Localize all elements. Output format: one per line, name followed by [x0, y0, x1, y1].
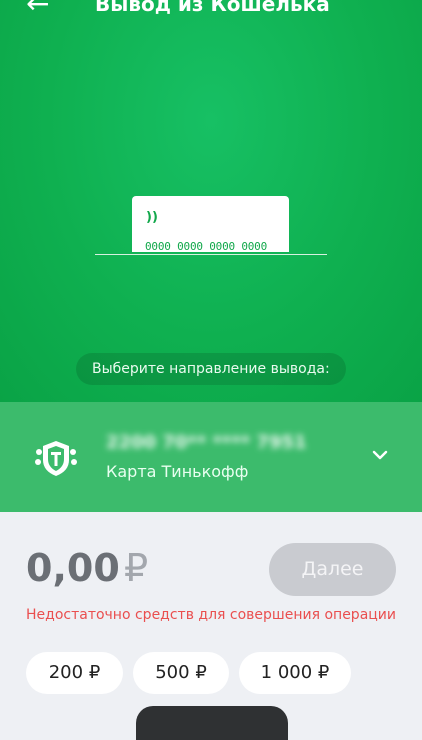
next-button[interactable]: Далее — [269, 543, 396, 596]
masked-card-number: 2200 70** **** 7951 — [106, 432, 307, 453]
card-graphic: )) 0000 0000 0000 0000 — [132, 196, 289, 252]
direction-prompt: Выберите направление вывода: — [76, 353, 346, 385]
app-header: ← Вывод из Кошелька — [0, 0, 422, 26]
card-illustration: )) 0000 0000 0000 0000 — [95, 196, 327, 256]
card-number-placeholder: 0000 0000 0000 0000 — [145, 240, 268, 252]
amount-input[interactable]: 0,00 — [26, 546, 120, 590]
bottom-action-button[interactable] — [136, 706, 288, 740]
withdraw-method-selector[interactable]: 2200 70** **** 7951 Карта Тинькофф — [0, 402, 422, 512]
quick-amount-200[interactable]: 200 ₽ — [26, 652, 123, 694]
quick-amount-1000[interactable]: 1 000 ₽ — [239, 652, 351, 694]
page-title: Вывод из Кошелька — [95, 0, 330, 16]
card-slot-line — [95, 254, 327, 255]
currency-symbol: ₽ — [124, 546, 149, 590]
arrow-left-icon: ← — [26, 0, 50, 20]
tinkoff-logo-icon — [35, 441, 77, 476]
hero-section: ← Вывод из Кошелька )) 0000 0000 0000 00… — [0, 0, 422, 402]
quick-amount-500[interactable]: 500 ₽ — [133, 652, 229, 694]
back-button[interactable]: ← — [26, 0, 62, 22]
contactless-icon: )) — [146, 210, 158, 225]
chevron-down-icon[interactable] — [371, 446, 389, 464]
error-message: Недостаточно средств для совершения опер… — [26, 607, 396, 623]
card-name: Карта Тинькофф — [106, 462, 249, 481]
